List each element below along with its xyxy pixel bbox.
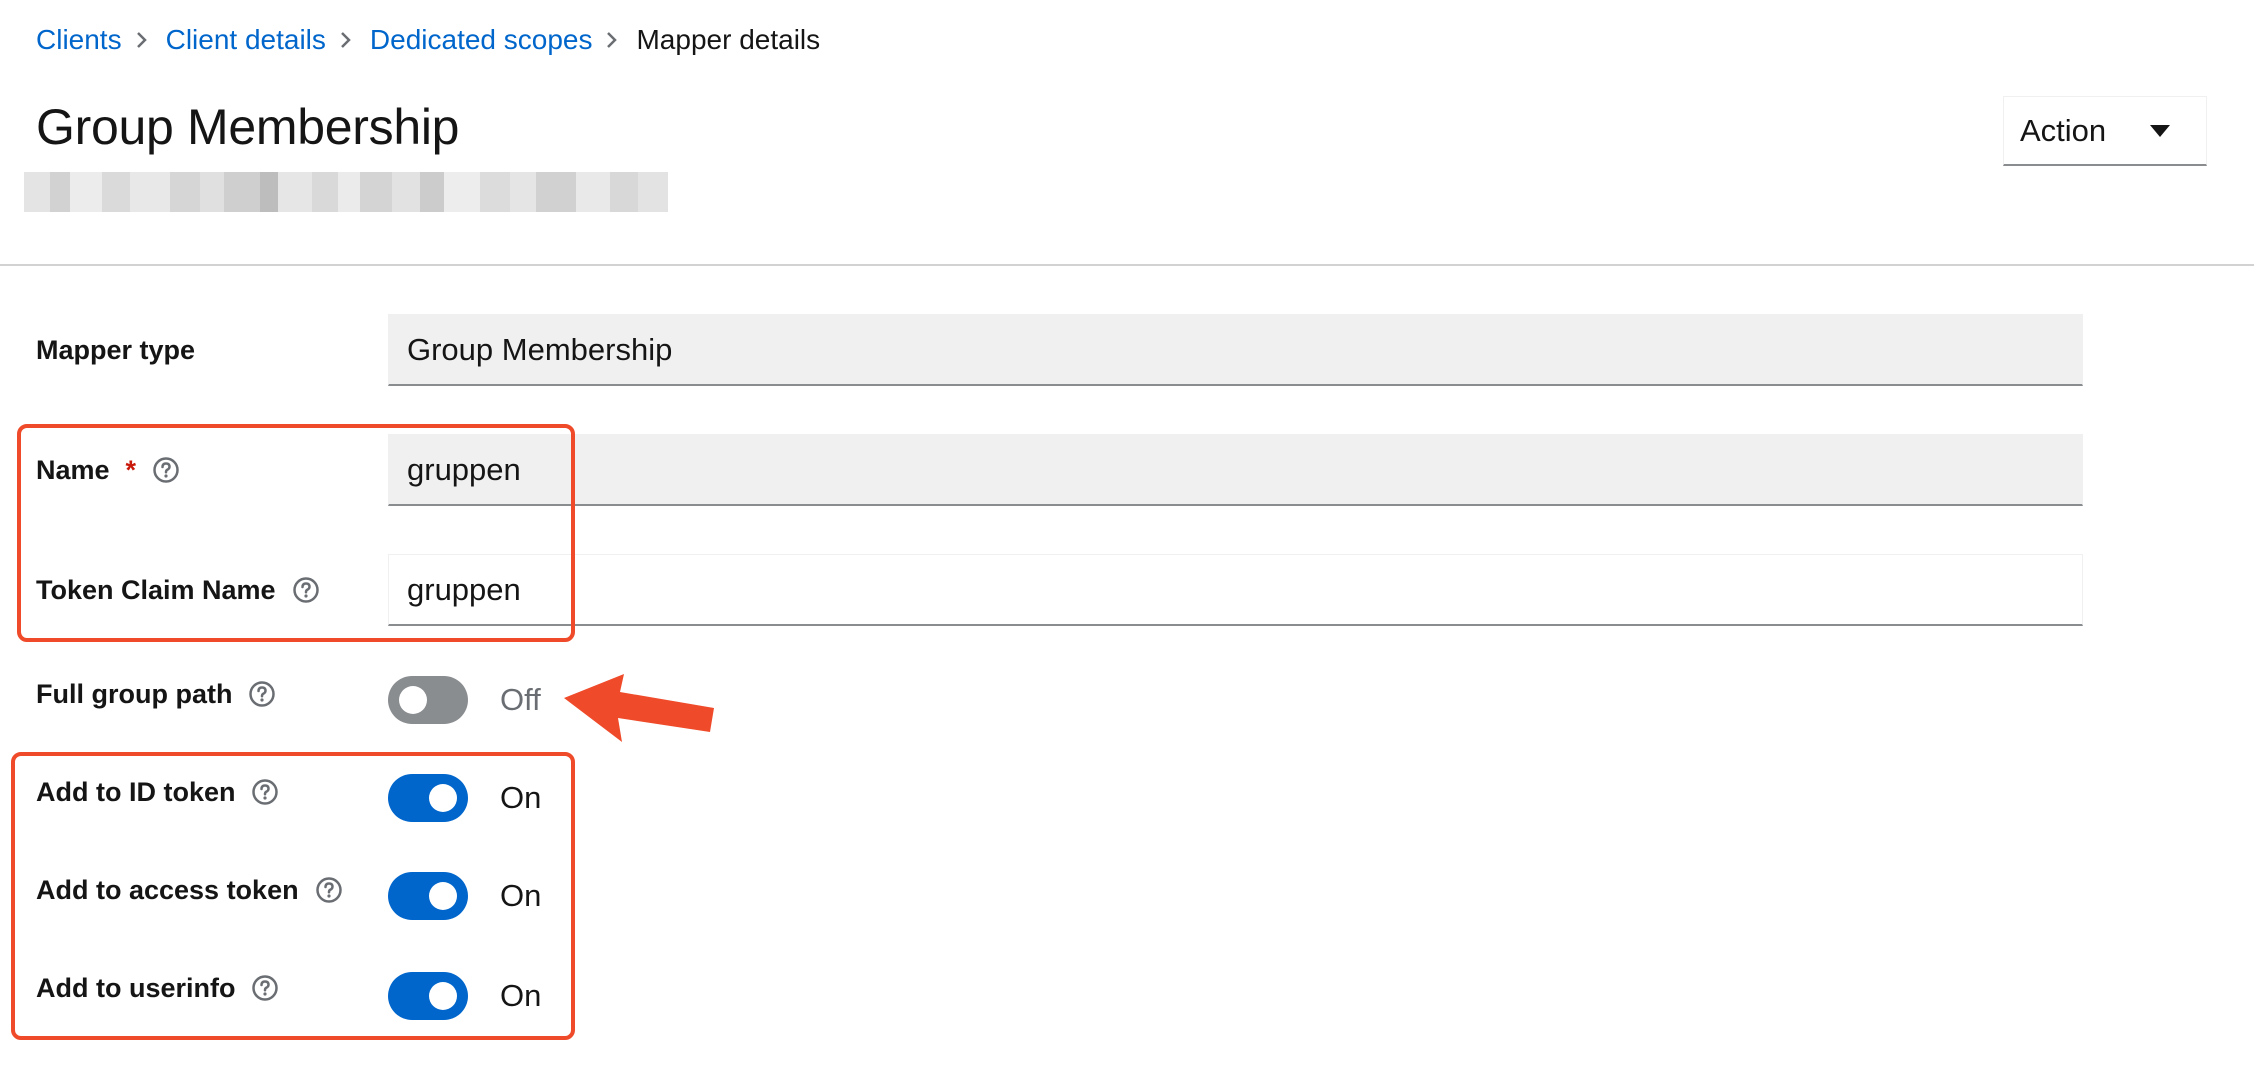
- full-group-path-label-text: Full group path: [36, 678, 233, 709]
- question-circle-icon[interactable]: [292, 576, 320, 604]
- add-to-access-token-state: On: [500, 878, 542, 913]
- full-group-path-toggle[interactable]: [388, 676, 468, 724]
- add-to-userinfo-label: Add to userinfo: [36, 968, 279, 1008]
- add-to-userinfo-state: On: [500, 978, 542, 1013]
- name-label-text: Name: [36, 454, 110, 485]
- question-circle-icon[interactable]: [251, 778, 279, 806]
- question-circle-icon[interactable]: [152, 456, 180, 484]
- question-circle-icon[interactable]: [251, 974, 279, 1002]
- breadcrumb-client-details-link[interactable]: Client details: [166, 24, 326, 56]
- add-to-access-token-label: Add to access token: [36, 870, 343, 910]
- token-claim-name-label-text: Token Claim Name: [36, 574, 276, 605]
- mapper-type-label: Mapper type: [36, 330, 195, 370]
- page-title: Group Membership: [36, 99, 460, 155]
- caret-down-icon: [2150, 125, 2170, 137]
- add-to-id-token-label: Add to ID token: [36, 772, 279, 812]
- add-to-id-token-state: On: [500, 780, 542, 815]
- add-to-access-token-toggle[interactable]: [388, 872, 468, 920]
- annotation-arrow-icon: [564, 674, 714, 742]
- action-dropdown-label: Action: [2020, 112, 2107, 148]
- toggle-knob: [399, 686, 427, 714]
- question-circle-icon[interactable]: [315, 876, 343, 904]
- add-to-id-token-label-text: Add to ID token: [36, 776, 236, 807]
- question-circle-icon[interactable]: [248, 680, 276, 708]
- breadcrumb-current: Mapper details: [636, 24, 821, 55]
- name-input[interactable]: [388, 434, 2083, 506]
- breadcrumb-clients-link[interactable]: Clients: [36, 24, 122, 56]
- mapper-type-field: [388, 314, 2083, 386]
- add-to-id-token-toggle[interactable]: [388, 774, 468, 822]
- breadcrumb: Clients Client details Dedicated scopes …: [36, 20, 820, 60]
- mapper-details-page: Clients Client details Dedicated scopes …: [0, 0, 2254, 1092]
- add-to-userinfo-label-text: Add to userinfo: [36, 972, 236, 1003]
- token-claim-name-input[interactable]: [388, 554, 2083, 626]
- toggle-knob: [429, 882, 457, 910]
- required-indicator: *: [125, 454, 137, 485]
- redacted-subtitle: [24, 172, 688, 212]
- action-dropdown[interactable]: Action: [2003, 96, 2207, 166]
- header-divider: [0, 264, 2254, 266]
- toggle-knob: [429, 982, 457, 1010]
- chevron-right-icon: [592, 20, 636, 60]
- toggle-knob: [429, 784, 457, 812]
- full-group-path-label: Full group path: [36, 674, 276, 714]
- breadcrumb-dedicated-scopes-link[interactable]: Dedicated scopes: [370, 24, 593, 56]
- name-label: Name *: [36, 450, 180, 490]
- add-to-access-token-label-text: Add to access token: [36, 874, 299, 905]
- token-claim-name-label: Token Claim Name: [36, 570, 320, 610]
- chevron-right-icon: [122, 20, 166, 60]
- add-to-userinfo-toggle[interactable]: [388, 972, 468, 1020]
- mapper-type-label-text: Mapper type: [36, 334, 196, 365]
- full-group-path-state: Off: [500, 682, 541, 717]
- chevron-right-icon: [326, 20, 370, 60]
